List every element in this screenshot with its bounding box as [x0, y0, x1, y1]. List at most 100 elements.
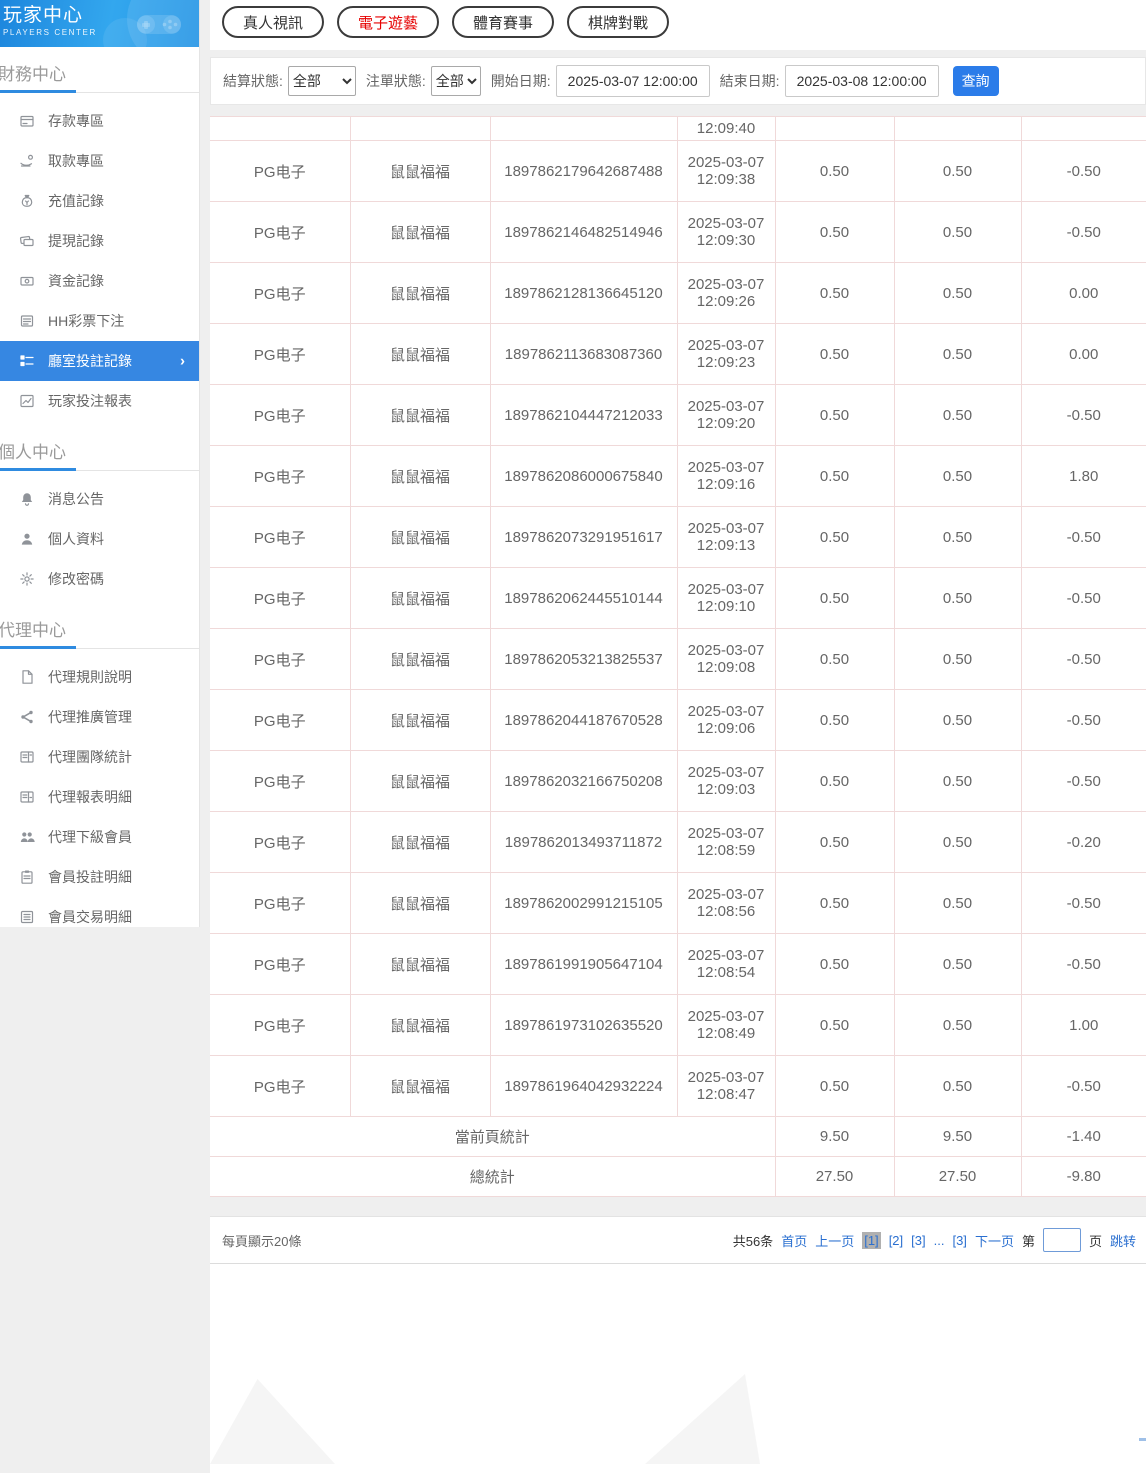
cell-order: 1897862086000675840 [490, 446, 677, 507]
sidebar-item[interactable]: 會員投註明細 [0, 857, 199, 897]
cell-order: 1897862113683087360 [490, 324, 677, 385]
summary-bet: 9.50 [775, 1117, 894, 1157]
table-row: PG电子鼠鼠福福18978621136830873602025-03-07 12… [210, 324, 1146, 385]
sidebar-item-label: 會員交易明細 [48, 907, 132, 927]
table-row: PG电子鼠鼠福福18978619731026355202025-03-07 12… [210, 995, 1146, 1056]
cell-time: 2025-03-07 12:08:56 [677, 873, 775, 934]
cell-bet: 0.50 [775, 507, 894, 568]
cell-order: 1897862146482514946 [490, 202, 677, 263]
sidebar-item[interactable]: 代理團隊統計 [0, 737, 199, 777]
sidebar-item[interactable]: 資金記錄 [0, 261, 199, 301]
cell-vendor: PG电子 [210, 202, 350, 263]
jump-link[interactable]: 跳转 [1110, 1231, 1136, 1250]
start-date-input[interactable] [556, 65, 710, 97]
prev-page-link[interactable]: 上一页 [815, 1231, 854, 1250]
page-number[interactable]: [1] [862, 1232, 880, 1249]
sidebar-item[interactable]: 廳室投註記錄› [0, 341, 199, 381]
cell-valid-bet: 0.50 [894, 324, 1021, 385]
cell-bet: 0.50 [775, 812, 894, 873]
sidebar-item[interactable]: 代理下級會員 [0, 817, 199, 857]
end-date-input[interactable] [785, 65, 939, 97]
section-header: 財務中心 [0, 47, 199, 92]
order-status-select[interactable]: 全部 [431, 66, 481, 96]
summary-bet: 27.50 [775, 1157, 894, 1197]
agent-downline-icon [19, 829, 35, 845]
cell-game: 鼠鼠福福 [350, 690, 490, 751]
sidebar-item[interactable]: 代理推廣管理 [0, 697, 199, 737]
cell-valid-bet: 0.50 [894, 263, 1021, 324]
search-button[interactable]: 查詢 [953, 66, 999, 96]
page-ellipsis: ... [934, 1233, 945, 1248]
tab-button[interactable]: 體育賽事 [452, 6, 554, 38]
sidebar-item[interactable]: 個人資料 [0, 519, 199, 559]
cell-valid-bet: 0.50 [894, 568, 1021, 629]
cell-game: 鼠鼠福福 [350, 324, 490, 385]
section-header: 代理中心 [0, 603, 199, 648]
sidebar-item[interactable]: 修改密碼 [0, 559, 199, 599]
sidebar-menu: 存款專區取款專區充值記錄提現記錄資金記錄HH彩票下注廳室投註記錄›玩家投注報表 [0, 101, 199, 425]
cell-time: 2025-03-07 12:08:47 [677, 1056, 775, 1117]
tab-button[interactable]: 棋牌對戰 [567, 6, 669, 38]
pagination-bar: 每頁顯示20條 共56条首页上一页[1][2][3]...[3]下一页第页跳转 [210, 1216, 1146, 1264]
withdrawal-record-icon [19, 233, 35, 249]
cell-bet: 0.50 [775, 385, 894, 446]
tab-button[interactable]: 真人視訊 [222, 6, 324, 38]
sidebar-item-label: 代理報表明細 [48, 787, 132, 807]
sidebar-item[interactable]: 玩家投注報表 [0, 381, 199, 421]
sidebar-item[interactable]: 提現記錄 [0, 221, 199, 261]
cell-profit: -0.50 [1021, 751, 1146, 812]
cell-profit: -0.50 [1021, 934, 1146, 995]
sidebar-item[interactable]: 取款專區 [0, 141, 199, 181]
cell-game: 鼠鼠福福 [350, 995, 490, 1056]
cell-order: 1897862053213825537 [490, 629, 677, 690]
sidebar-item-label: 修改密碼 [48, 569, 104, 589]
sidebar-item[interactable]: 消息公告 [0, 479, 199, 519]
agent-promotion-icon [19, 709, 35, 725]
sidebar-item[interactable]: HH彩票下注 [0, 301, 199, 341]
main-content: 真人視訊電子遊藝體育賽事棋牌對戰 結算狀態: 全部 注單狀態: 全部 開始日期:… [210, 0, 1146, 1473]
cell-vendor: PG电子 [210, 568, 350, 629]
next-page-link[interactable]: 下一页 [975, 1231, 1014, 1250]
cell-bet: 0.50 [775, 141, 894, 202]
table-row: PG电子鼠鼠福福18978621796426874882025-03-07 12… [210, 141, 1146, 202]
cell-bet: 0.50 [775, 446, 894, 507]
cell-time: 2025-03-07 12:08:59 [677, 812, 775, 873]
sidebar-item-label: 會員投註明細 [48, 867, 132, 887]
summary-valid-bet: 9.50 [894, 1117, 1021, 1157]
first-page-link[interactable]: 首页 [781, 1231, 807, 1250]
sidebar-item-label: 廳室投註記錄 [48, 351, 132, 371]
cell-vendor: PG电子 [210, 324, 350, 385]
sidebar-item[interactable]: 代理規則說明 [0, 657, 199, 697]
cell-order: 1897861964042932224 [490, 1056, 677, 1117]
cell-valid-bet: 0.50 [894, 995, 1021, 1056]
page-number[interactable]: [3] [911, 1233, 925, 1248]
pagination-controls: 共56条首页上一页[1][2][3]...[3]下一页第页跳转 [725, 1228, 1136, 1252]
cell-time: 2025-03-07 12:09:23 [677, 324, 775, 385]
scrollbar-fragment [1139, 1438, 1146, 1441]
page-number[interactable]: [3] [952, 1233, 966, 1248]
player-bet-report-icon [19, 393, 35, 409]
cell-empty [894, 117, 1021, 141]
sidebar: 玩家中心 PLAYERS CENTER 財務中心存款專區取款專區充值記錄提現記錄… [0, 0, 200, 927]
per-page-label: 每頁顯示20條 [222, 1231, 301, 1250]
settle-status-select[interactable]: 全部 [288, 66, 356, 96]
table-row: PG电子鼠鼠福福18978621044472120332025-03-07 12… [210, 385, 1146, 446]
cell-time: 2025-03-07 12:09:16 [677, 446, 775, 507]
sidebar-header: 玩家中心 PLAYERS CENTER [0, 0, 199, 47]
sidebar-item[interactable]: 充值記錄 [0, 181, 199, 221]
jump-page-input[interactable] [1043, 1228, 1081, 1252]
cell-time: 2025-03-07 12:09:06 [677, 690, 775, 751]
cell-game: 鼠鼠福福 [350, 507, 490, 568]
sidebar-item[interactable]: 存款專區 [0, 101, 199, 141]
sidebar-item[interactable]: 會員交易明細 [0, 897, 199, 937]
cell-bet: 0.50 [775, 568, 894, 629]
tab-button[interactable]: 電子遊藝 [337, 6, 439, 38]
category-tabs: 真人視訊電子遊藝體育賽事棋牌對戰 [210, 0, 1146, 50]
sidebar-item[interactable]: 代理報表明細 [0, 777, 199, 817]
cell-vendor: PG电子 [210, 446, 350, 507]
cell-bet: 0.50 [775, 873, 894, 934]
sidebar-item-label: 消息公告 [48, 489, 104, 509]
member-transaction-detail-icon [19, 909, 35, 925]
page-number[interactable]: [2] [889, 1233, 903, 1248]
sidebar-item-label: 代理規則說明 [48, 667, 132, 687]
